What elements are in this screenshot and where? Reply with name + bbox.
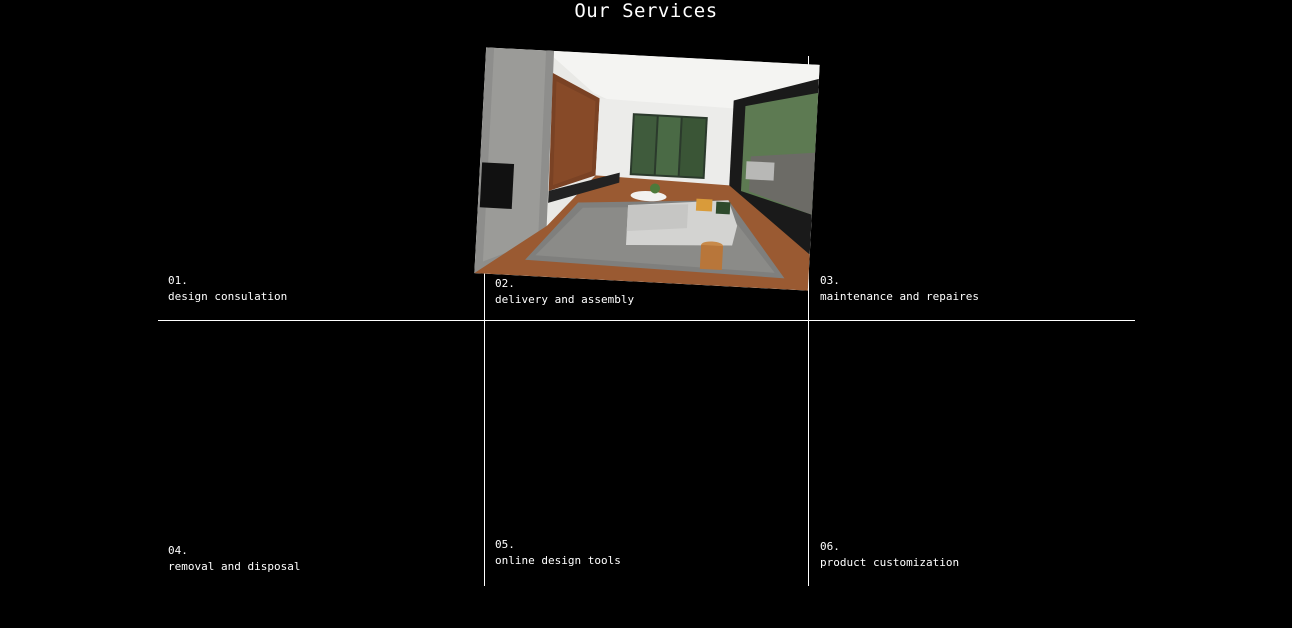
grid-divider-horizontal [158,320,1135,321]
section-title: Our Services [574,0,718,22]
service-label: product customization [820,556,960,569]
service-label: maintenance and repaires [820,290,979,303]
grid-divider-vertical-left [484,262,485,586]
service-label: removal and disposal [168,560,301,573]
service-number: 04. [168,544,188,557]
service-label: delivery and assembly [495,293,635,306]
service-label: design consulation [168,290,288,303]
interior-living-room-image [474,47,820,291]
service-item-design-consulation[interactable]: 01. design consulation [168,273,287,305]
service-number: 03. [820,274,840,287]
service-number: 02. [495,277,515,290]
service-item-delivery-and-assembly[interactable]: 02. delivery and assembly [495,276,634,308]
service-item-online-design-tools[interactable]: 05. online design tools [495,537,621,569]
service-number: 01. [168,274,188,287]
service-item-product-customization[interactable]: 06. product customization [820,539,959,571]
service-label: online design tools [495,554,621,567]
service-number: 06. [820,540,840,553]
service-item-removal-and-disposal[interactable]: 04. removal and disposal [168,543,300,575]
service-item-maintenance-and-repaires[interactable]: 03. maintenance and repaires [820,273,979,305]
service-number: 05. [495,538,515,551]
